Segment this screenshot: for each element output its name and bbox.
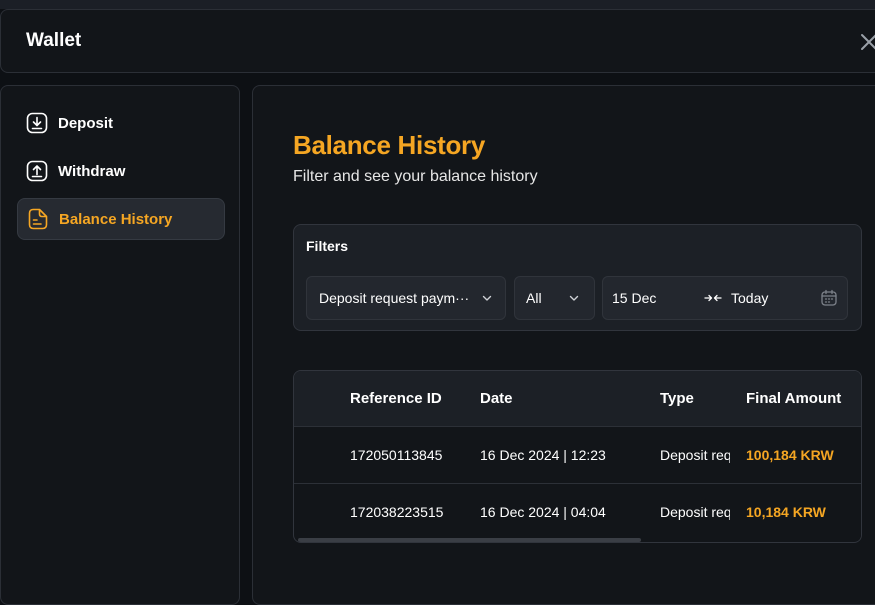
filters-panel: Filters Deposit request paym··· All 15 D… [293,224,862,331]
final-amount-cell: 100,184 KRW [730,427,861,483]
close-icon[interactable] [859,32,875,52]
date-range-picker[interactable]: 15 Dec Today [602,276,848,320]
date-from: 15 Dec [612,290,657,306]
table-row[interactable]: 172038223515 16 Dec 2024 | 04:04 Deposit… [294,484,861,541]
status-select-value: All [526,290,542,306]
page-subtitle: Filter and see your balance history [293,168,538,185]
cell-date: 16 Dec 2024 | 12:23 [480,447,606,463]
chevron-down-icon [482,295,492,301]
cell-reference-id: 172050113845 [350,447,443,463]
cell-type: Deposit request [660,447,730,463]
chevron-down-icon [569,295,579,301]
date-to: Today [731,290,769,306]
balance-history-table: Reference ID Date Type Final Amount 1720… [293,370,862,543]
sidebar-item-withdraw[interactable]: Withdraw [17,150,225,192]
column-header-final-amount: Final Amount [746,390,842,407]
cell-type: Deposit request [660,504,730,520]
main-panel: Balance History Filter and see your bala… [252,85,875,605]
type-select[interactable]: Deposit request paym··· [306,276,506,320]
wallet-header: Wallet [0,9,875,73]
calendar-icon[interactable] [820,289,838,307]
deposit-icon [25,111,49,135]
column-header-type: Type [660,390,694,407]
sidebar-item-balance-history[interactable]: Balance History [17,198,225,240]
column-header-date: Date [480,390,513,407]
final-amount-header-cell: Final Amount [730,371,861,426]
sidebar-item-deposit[interactable]: Deposit [17,102,225,144]
horizontal-scrollbar[interactable] [298,538,641,542]
cell-date: 16 Dec 2024 | 04:04 [480,504,606,520]
page-title: Balance History [293,130,486,160]
column-header-reference-id: Reference ID [350,390,442,407]
status-select[interactable]: All [514,276,595,320]
table-header: Reference ID Date Type Final Amount [294,371,861,427]
document-icon [26,207,50,231]
cell-final-amount: 100,184 KRW [746,447,834,463]
top-strip [0,0,875,9]
final-amount-cell: 10,184 KRW [730,484,861,541]
table-row[interactable]: 172050113845 16 Dec 2024 | 12:23 Deposit… [294,427,861,484]
sidebar-item-label: Withdraw [58,162,126,180]
date-range-arrows-icon [704,294,722,302]
withdraw-icon [25,159,49,183]
cell-reference-id: 172038223515 [350,504,444,520]
type-select-value: Deposit request paym··· [319,290,470,306]
sidebar-item-label: Deposit [58,114,114,132]
cell-final-amount: 10,184 KRW [746,504,826,520]
sidebar-item-label: Balance History [59,210,173,228]
sidebar: Deposit Withdraw Balance History [0,85,240,605]
window-title: Wallet [26,30,82,51]
filters-title: Filters [306,238,349,254]
